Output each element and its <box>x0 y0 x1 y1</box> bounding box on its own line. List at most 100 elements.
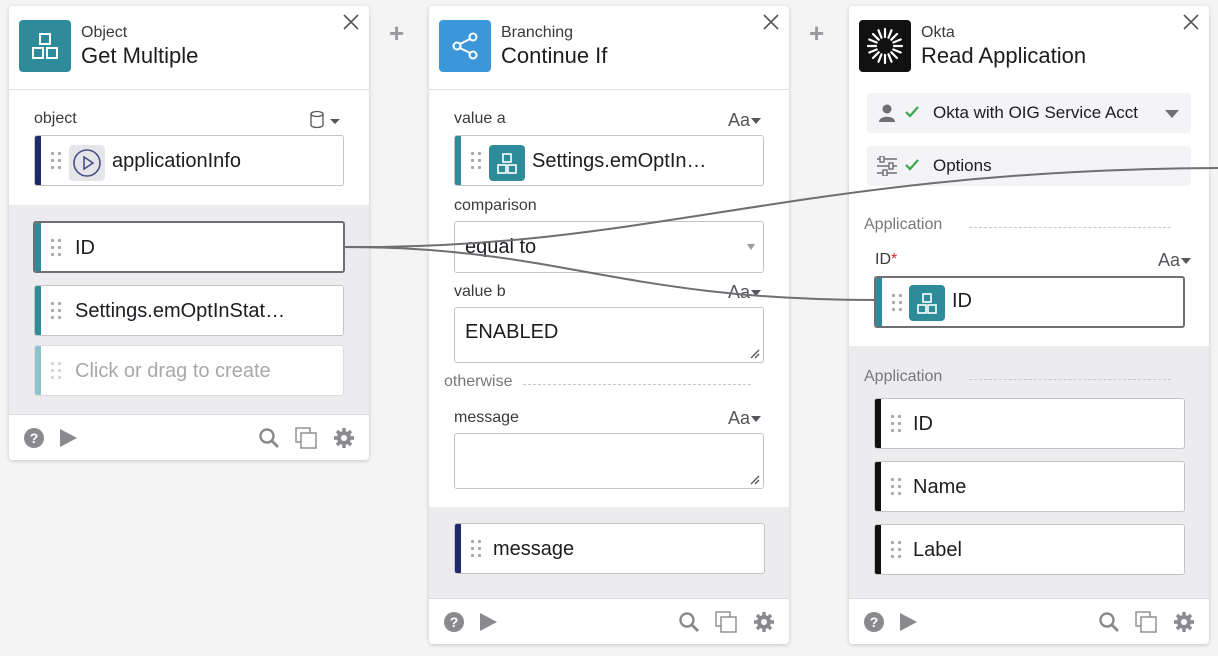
play-icon[interactable] <box>57 427 79 449</box>
options-label: Options <box>933 156 992 175</box>
output-pill-id[interactable]: ID <box>33 221 345 273</box>
card-header: Branching Continue If <box>429 6 789 90</box>
gear-icon[interactable] <box>333 427 355 449</box>
options-button[interactable]: Options <box>867 146 1191 186</box>
resize-handle-icon[interactable] <box>748 473 760 485</box>
object-input-text: applicationInfo <box>112 150 241 172</box>
outputs-zone: Application ID Name Label <box>849 346 1209 598</box>
drag-handle-icon[interactable] <box>889 413 903 435</box>
comparison-label: comparison <box>454 197 537 214</box>
add-step-button[interactable]: + <box>389 18 404 49</box>
type-selector-id[interactable]: Aa <box>1158 250 1191 271</box>
okta-logo-icon <box>859 20 911 72</box>
help-icon[interactable]: ? <box>23 427 45 449</box>
drag-handle-icon[interactable] <box>49 150 63 172</box>
play-icon[interactable] <box>897 611 919 633</box>
message-textarea[interactable] <box>454 433 764 489</box>
output-pill-name[interactable]: Name <box>874 461 1185 512</box>
resize-handle-icon[interactable] <box>748 347 760 359</box>
card-continue-if: Branching Continue If value a Aa Setting… <box>429 6 789 644</box>
play-input-icon <box>69 145 105 181</box>
output-text: Settings.emOptInStat… <box>75 300 286 322</box>
comparison-value: equal to <box>465 236 537 258</box>
value-a-pill[interactable]: Settings.emOptIn… <box>454 135 764 186</box>
drag-handle-icon[interactable] <box>469 538 483 560</box>
type-selector-value-a[interactable]: Aa <box>728 110 761 131</box>
required-mark: * <box>891 251 898 268</box>
drag-handle-icon[interactable] <box>889 539 903 561</box>
value-b-text: ENABLED <box>465 321 559 343</box>
play-icon[interactable] <box>477 611 499 633</box>
card-title: Continue If <box>501 43 608 68</box>
clone-icon[interactable] <box>1135 611 1157 633</box>
branch-icon <box>439 20 491 72</box>
object-input-pill[interactable]: applicationInfo <box>34 135 344 186</box>
create-output-placeholder[interactable]: Click or drag to create <box>34 345 344 396</box>
otherwise-label: otherwise <box>444 373 513 390</box>
value-a-label: value a <box>454 110 506 127</box>
user-icon <box>879 104 895 122</box>
object-icon <box>909 285 945 321</box>
value-b-textarea[interactable]: ENABLED <box>454 307 764 363</box>
connection-selector[interactable]: Okta with OIG Service Acct <box>867 93 1191 133</box>
check-icon <box>905 159 919 171</box>
gear-icon[interactable] <box>753 611 775 633</box>
value-a-text: Settings.emOptIn… <box>532 150 707 172</box>
value-b-label: value b <box>454 283 506 300</box>
card-subtitle: Object <box>81 24 128 41</box>
output-text: ID <box>913 413 933 435</box>
search-icon[interactable] <box>258 427 280 449</box>
clone-icon[interactable] <box>715 611 737 633</box>
close-icon[interactable] <box>1181 12 1201 32</box>
object-icon <box>19 20 71 72</box>
close-icon[interactable] <box>341 12 361 32</box>
id-input-pill[interactable]: ID <box>874 276 1185 328</box>
svg-text:?: ? <box>870 614 879 630</box>
output-pill-settings[interactable]: Settings.emOptInStat… <box>34 285 344 336</box>
svg-text:?: ? <box>30 430 39 446</box>
card-read-application: Okta Read Application Okta with OIG Serv… <box>849 6 1209 644</box>
type-selector-value-b[interactable]: Aa <box>728 282 761 303</box>
drag-handle-icon[interactable] <box>469 150 483 172</box>
drag-handle-icon[interactable] <box>889 476 903 498</box>
output-pill-id[interactable]: ID <box>874 398 1185 449</box>
add-step-button[interactable]: + <box>809 18 824 49</box>
card-get-multiple: Object Get Multiple object applicationIn… <box>9 6 369 460</box>
close-icon[interactable] <box>761 12 781 32</box>
gear-icon[interactable] <box>1173 611 1195 633</box>
card-header: Okta Read Application <box>849 6 1209 90</box>
message-label: message <box>454 409 519 426</box>
outputs-zone: ID Settings.emOptInStat… Click or drag t… <box>9 205 369 415</box>
chevron-down-icon <box>1165 110 1179 118</box>
search-icon[interactable] <box>678 611 700 633</box>
svg-text:?: ? <box>450 614 459 630</box>
output-text: ID <box>75 237 95 259</box>
help-icon[interactable]: ? <box>443 611 465 633</box>
search-icon[interactable] <box>1098 611 1120 633</box>
placeholder-text: Click or drag to create <box>75 360 271 382</box>
type-selector-message[interactable]: Aa <box>728 408 761 429</box>
check-icon <box>905 106 919 118</box>
comparison-select[interactable]: equal to <box>454 221 764 273</box>
database-icon[interactable] <box>309 110 343 130</box>
output-text: Label <box>913 539 962 561</box>
card-footer: ? <box>849 598 1209 644</box>
card-title: Get Multiple <box>81 43 199 68</box>
output-pill-label[interactable]: Label <box>874 524 1185 575</box>
drag-handle-icon[interactable] <box>49 300 63 322</box>
connection-name: Okta with OIG Service Acct <box>933 103 1139 122</box>
id-input-text: ID <box>952 290 972 312</box>
divider <box>969 227 1171 228</box>
card-title: Read Application <box>921 43 1087 68</box>
divider <box>969 379 1171 380</box>
output-text: message <box>493 538 575 560</box>
card-footer: ? <box>429 598 789 644</box>
drag-handle-icon[interactable] <box>890 292 904 314</box>
drag-handle-icon[interactable] <box>49 237 63 259</box>
help-icon[interactable]: ? <box>863 611 885 633</box>
object-label: object <box>34 110 77 127</box>
input-section-label: Application <box>864 216 943 233</box>
output-pill-message[interactable]: message <box>454 523 765 574</box>
clone-icon[interactable] <box>295 427 317 449</box>
card-subtitle: Branching <box>501 24 574 41</box>
